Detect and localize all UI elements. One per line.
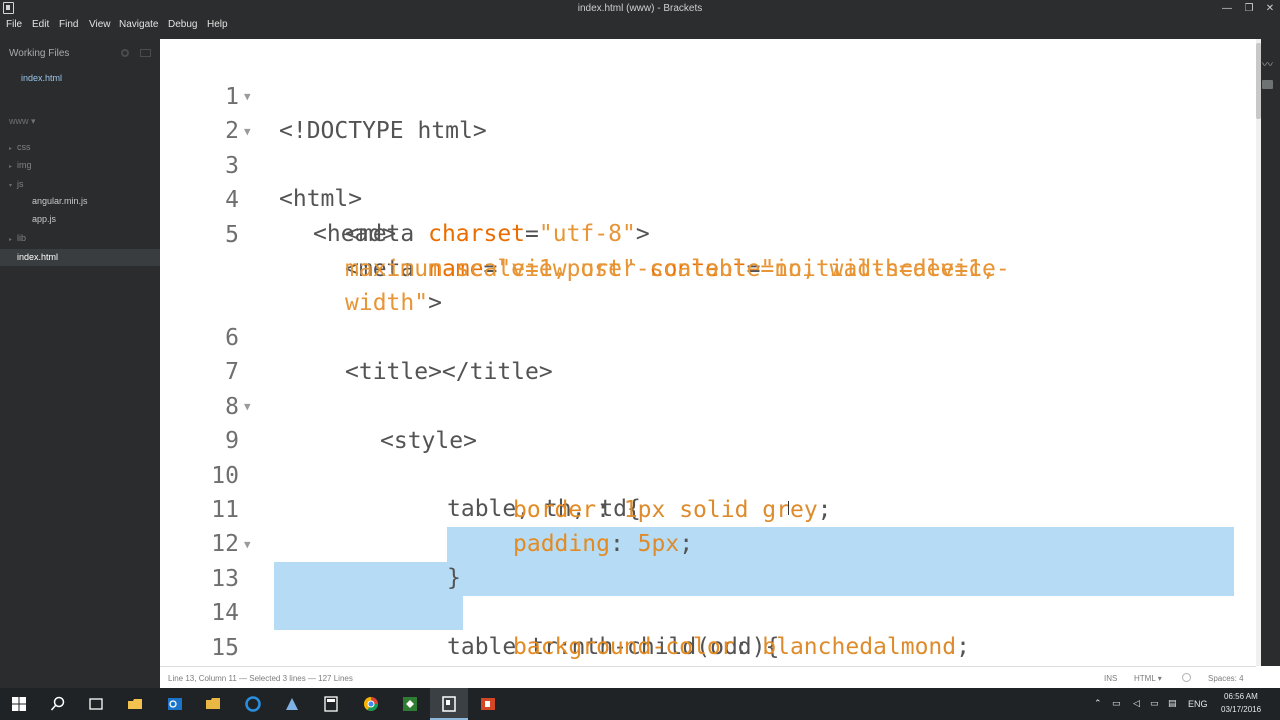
input-language[interactable]: ENG [1188,699,1208,709]
menu-file[interactable]: File [6,18,22,32]
maximize-button[interactable]: ❐ [1238,0,1260,17]
task-view-icon[interactable] [88,696,104,712]
fold-triangle-icon[interactable]: ▼ [244,80,251,114]
code-line: 1 <!DOCTYPE html> [160,46,1256,144]
minimize-button[interactable]: — [1216,0,1238,17]
code-line: 5 <meta name="viewport" content="initial… [160,184,1256,282]
fold-triangle-icon[interactable]: ▼ [244,115,251,149]
brackets-taskbar-icon[interactable] [441,696,457,712]
code-line: 4 <meta charset="utf-8"> [160,149,1256,247]
close-button[interactable]: ✕ [1259,0,1280,17]
camtasia-icon[interactable] [402,696,418,712]
title-bar: index.html (www) - Brackets — ❐ ✕ [0,0,1280,17]
powerpoint-icon[interactable] [480,696,496,712]
search-icon[interactable] [50,696,66,712]
live-preview-icon[interactable]: 〰 [1262,56,1273,72]
code-line: 15 } [160,597,1256,661]
vertical-scrollbar[interactable] [1256,39,1261,666]
code-line: 10 border: 1px solid grey; [160,425,1256,523]
chrome-icon[interactable] [363,696,379,712]
fold-triangle-icon[interactable]: ▼ [244,528,251,562]
linter-status-icon[interactable] [1182,673,1191,682]
clock-date[interactable]: 03/17/2016 [1221,705,1261,714]
indent-setting[interactable]: Spaces: 4 [1208,674,1244,683]
chevron-right-icon: ▸ [9,146,13,152]
menu-bar: File Edit Find View Navigate Debug Help [0,17,1280,39]
right-toolbar [1256,39,1280,666]
network-icon[interactable]: ▭ [1112,698,1121,709]
menu-help[interactable]: Help [207,18,228,32]
code-line: 3 ▼ <head> [160,115,1256,247]
status-bar-corner [1256,666,1280,688]
menu-navigate[interactable]: Navigate [119,18,158,32]
working-file-index-html[interactable]: index.html [21,73,62,83]
window-title: index.html (www) - Brackets [577,3,703,14]
code-line: 13 ▼ table tr:nth-child(odd){ [160,528,1256,660]
code-line: 8 <style> [160,356,1256,454]
code-line: 2 ▼ <html> [160,80,1256,212]
extension-manager-icon[interactable] [1262,80,1273,89]
calculator-icon[interactable] [323,696,339,712]
language-selector[interactable]: HTML ▾ [1134,674,1162,683]
code-line: 14 background-color: blanchedalmond; [160,562,1256,660]
tree-file-angular-min-js[interactable]: angular.min.js [32,195,88,207]
scrollbar-thumb[interactable] [1256,43,1261,119]
code-line: 12 } [160,493,1256,591]
chevron-down-icon: ▾ [9,183,13,189]
code-line: 7 [160,321,1256,385]
code-line-wrapped: width"> [160,252,1256,316]
project-dropdown[interactable]: www ▾ [9,116,36,127]
outlook-icon[interactable] [167,696,183,712]
chevron-right-icon: ▸ [9,237,13,243]
gear-icon[interactable] [121,49,129,57]
edge-browser-icon[interactable] [245,696,261,712]
folder-icon[interactable] [205,696,221,712]
fold-triangle-icon[interactable]: ▼ [244,390,251,424]
action-center-icon[interactable]: ▤ [1168,698,1177,709]
paint-app-icon[interactable] [284,696,300,712]
tree-file-index-html[interactable]: index.html [0,249,160,266]
tree-file-app-js[interactable]: app.js [32,213,56,225]
windows-start-icon[interactable] [11,696,27,712]
volume-icon[interactable]: ◁ [1133,698,1140,709]
menu-edit[interactable]: Edit [32,18,49,32]
battery-icon[interactable]: ▭ [1150,698,1159,709]
code-editor[interactable]: 1 <!DOCTYPE html> 2 ▼ <html> 3 ▼ <head> … [160,39,1256,666]
clock-time[interactable]: 06:56 AM [1224,692,1258,701]
working-files-header: Working Files [9,48,70,59]
menu-view[interactable]: View [89,18,111,32]
windows-taskbar: ⌃ ▭ ◁ ▭ ▤ ENG 06:56 AM 03/17/2016 [0,688,1280,720]
cursor-position: Line 13, Column 11 — Selected 3 lines — … [168,674,353,683]
menu-find[interactable]: Find [59,18,78,32]
code-line: 16 [160,631,1256,665]
code-line-wrapped: maximum-scale=1, user-scalable=no, width… [160,218,1256,282]
mouse-ibeam-cursor [788,501,789,515]
split-view-icon[interactable] [140,49,151,57]
insert-mode-toggle[interactable]: INS [1104,674,1117,683]
status-bar: Line 13, Column 11 — Selected 3 lines — … [160,666,1256,688]
tray-chevron-up-icon[interactable]: ⌃ [1094,698,1102,709]
code-line: 6 <title></title> [160,287,1256,385]
tree-folder-js[interactable]: ▾ js [9,178,24,190]
file-explorer-pinned-icon[interactable] [127,696,143,712]
sidebar: Working Files index.html www ▾ ▸ css ▸ img… [0,39,160,666]
tree-folder-img[interactable]: ▸ img [9,159,32,171]
chevron-right-icon: ▸ [9,164,13,170]
code-line: 9 ▼ table, th, td{ [160,390,1256,522]
tree-folder-css[interactable]: ▸ css [9,141,31,153]
menu-debug[interactable]: Debug [168,18,197,32]
tree-folder-lib[interactable]: ▸ lib [9,232,26,244]
code-line: 11 padding: 5px; [160,459,1256,557]
